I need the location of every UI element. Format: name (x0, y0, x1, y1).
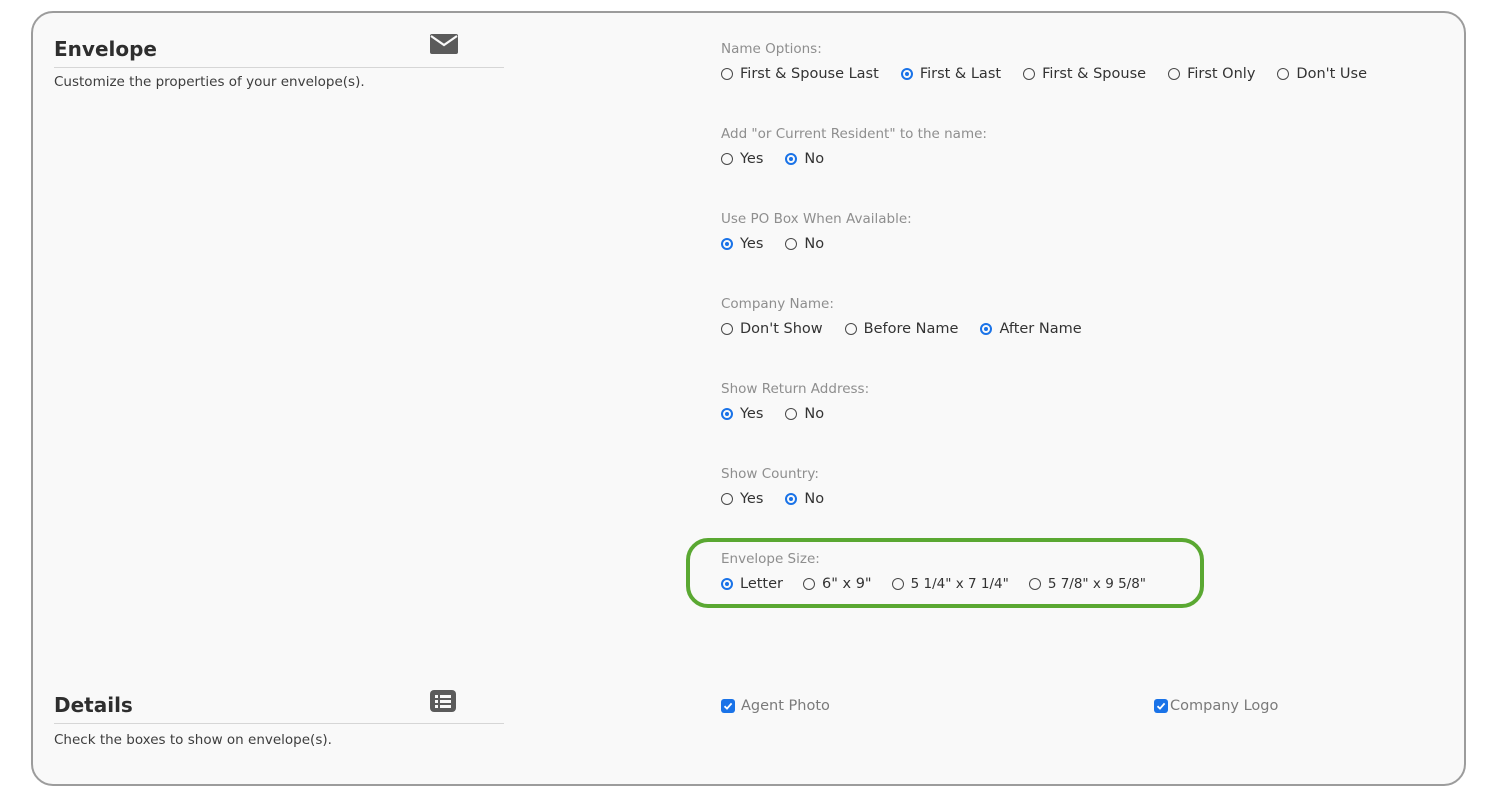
radio-po-box-no[interactable]: No (785, 236, 824, 252)
radio-first-spouse[interactable]: First & Spouse (1023, 66, 1146, 82)
envelope-size-group: Envelope Size: Letter 6" x 9" 5 1/4" x 7… (721, 549, 1168, 594)
radio-button-selected[interactable] (900, 68, 913, 80)
radio-button[interactable] (844, 323, 857, 335)
company-name-group: Company Name: Don't Show Before Name Aft… (721, 294, 1104, 339)
radio-button-selected[interactable] (721, 238, 733, 250)
radio-company-dont-show[interactable]: Don't Show (721, 321, 823, 337)
radio-button[interactable] (721, 493, 733, 505)
company-name-label: Company Name: (721, 296, 834, 312)
radio-button[interactable] (785, 238, 798, 250)
radio-button-selected[interactable] (785, 153, 798, 165)
po-box-group: Use PO Box When Available: Yes No (721, 209, 912, 254)
radio-button-selected[interactable] (721, 408, 733, 420)
radio-button[interactable] (1028, 578, 1041, 590)
po-box-label: Use PO Box When Available: (721, 211, 912, 227)
envelope-section-title: Envelope (54, 37, 157, 61)
list-icon (430, 690, 460, 714)
details-section-header: Details (54, 690, 504, 724)
radio-first-only[interactable]: First Only (1168, 66, 1255, 82)
radio-current-resident-yes[interactable]: Yes (721, 151, 763, 167)
radio-first-last[interactable]: First & Last (900, 66, 1001, 82)
radio-button[interactable] (1168, 68, 1181, 80)
radio-current-resident-no[interactable]: No (785, 151, 824, 167)
radio-button-selected[interactable] (785, 493, 798, 505)
company-logo-checkbox[interactable]: Company Logo (1154, 698, 1278, 714)
show-country-label: Show Country: (721, 466, 819, 482)
company-logo-label: Company Logo (1170, 698, 1279, 714)
details-section-title: Details (54, 693, 133, 717)
return-address-group: Show Return Address: Yes No (721, 379, 869, 424)
agent-photo-label: Agent Photo (741, 698, 830, 714)
radio-button-selected[interactable] (721, 578, 733, 590)
radio-button[interactable] (721, 68, 733, 80)
radio-country-yes[interactable]: Yes (721, 491, 763, 507)
agent-photo-checkbox[interactable]: Agent Photo (721, 698, 830, 714)
current-resident-group: Add "or Current Resident" to the name: Y… (721, 124, 987, 169)
name-options-label: Name Options: (721, 41, 822, 57)
radio-return-address-no[interactable]: No (785, 406, 824, 422)
envelope-size-label: Envelope Size: (721, 551, 820, 567)
radio-button[interactable] (1277, 68, 1290, 80)
envelope-icon (430, 34, 460, 58)
radio-button[interactable] (721, 153, 733, 165)
radio-po-box-yes[interactable]: Yes (721, 236, 763, 252)
checkbox-checked-icon[interactable] (1154, 699, 1168, 713)
radio-button[interactable] (785, 408, 798, 420)
radio-size-6x9[interactable]: 6" x 9" (803, 576, 872, 592)
show-country-group: Show Country: Yes No (721, 464, 846, 509)
radio-company-before-name[interactable]: Before Name (844, 321, 958, 337)
radio-size-letter[interactable]: Letter (721, 576, 783, 592)
current-resident-label: Add "or Current Resident" to the name: (721, 126, 987, 142)
radio-button[interactable] (891, 578, 904, 590)
checkbox-checked-icon[interactable] (721, 699, 735, 713)
radio-dont-use[interactable]: Don't Use (1277, 66, 1367, 82)
radio-size-5-1-4x7-1-4[interactable]: 5 1/4" x 7 1/4" (891, 576, 1009, 592)
radio-button[interactable] (803, 578, 815, 590)
radio-country-no[interactable]: No (785, 491, 824, 507)
radio-button[interactable] (721, 323, 733, 335)
name-options-group: Name Options: First & Spouse Last First … (721, 39, 1389, 84)
radio-return-address-yes[interactable]: Yes (721, 406, 763, 422)
details-section-description: Check the boxes to show on envelope(s). (54, 732, 332, 748)
radio-button[interactable] (1023, 68, 1036, 80)
envelope-section-description: Customize the properties of your envelop… (54, 74, 365, 90)
radio-button-selected[interactable] (980, 323, 993, 335)
radio-size-5-7-8x9-5-8[interactable]: 5 7/8" x 9 5/8" (1028, 576, 1146, 592)
radio-first-spouse-last[interactable]: First & Spouse Last (721, 66, 879, 82)
envelope-section-header: Envelope (54, 34, 504, 68)
radio-company-after-name[interactable]: After Name (980, 321, 1082, 337)
return-address-label: Show Return Address: (721, 381, 870, 397)
